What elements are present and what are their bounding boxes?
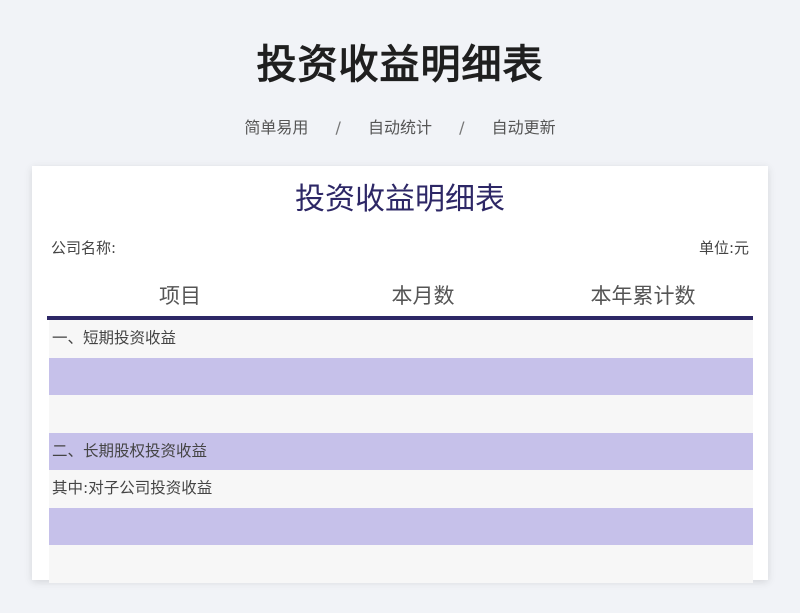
table-row[interactable]: 其中:对子公司投资收益 [49, 470, 753, 508]
feature-tags: 简单易用 / 自动统计 / 自动更新 [0, 114, 800, 138]
table-row[interactable] [49, 545, 753, 583]
tag-auto-stats: 自动统计 [367, 118, 432, 137]
table-row[interactable]: 一、短期投资收益 [49, 320, 753, 358]
page-title: 投资收益明细表 [256, 42, 544, 88]
table-row[interactable] [49, 357, 753, 395]
table-body: 一、短期投资收益 二、长期股权投资收益 其中:对子公司投资收益 [49, 320, 753, 583]
table-header: 项目 本月数 本年累计数 [47, 276, 753, 318]
tag-separator: / [335, 118, 341, 137]
tag-easy: 简单易用 [244, 118, 309, 137]
sheet-title: 投资收益明细表 [295, 182, 505, 217]
column-header-month: 本月数 [391, 284, 455, 308]
column-header-item: 项目 [159, 284, 201, 308]
spreadsheet-preview: 投资收益明细表 公司名称: 单位:元 项目 本月数 本年累计数 一、短期投资收益… [32, 166, 768, 583]
table-row[interactable]: 二、长期股权投资收益 [49, 432, 753, 470]
column-header-ytd: 本年累计数 [590, 284, 696, 308]
company-name-label: 公司名称: [51, 239, 117, 257]
tag-separator: / [459, 118, 465, 137]
table-row[interactable] [49, 395, 753, 433]
tag-auto-update: 自动更新 [491, 118, 556, 137]
table-row[interactable] [49, 507, 753, 545]
unit-label: 单位:元 [698, 239, 749, 257]
